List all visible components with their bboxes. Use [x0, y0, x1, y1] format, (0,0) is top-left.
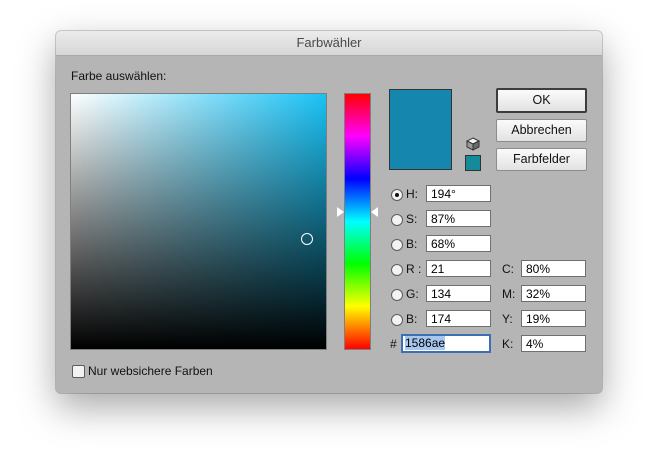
green-input[interactable]: 134 [426, 285, 491, 302]
red-input[interactable]: 21 [426, 260, 491, 277]
color-field[interactable] [70, 93, 327, 350]
cancel-button[interactable]: Abbrechen [496, 119, 587, 142]
hue-slider[interactable] [344, 93, 371, 350]
current-color-swatch [389, 89, 452, 170]
hue-slider-left-arrow-icon[interactable] [337, 207, 344, 217]
web-safe-cube-icon[interactable] [466, 137, 480, 151]
red-radio[interactable] [391, 264, 403, 276]
blue-input[interactable]: 174 [426, 310, 491, 327]
green-label: G: [406, 287, 419, 301]
web-safe-color-swatch[interactable] [465, 155, 481, 171]
hex-input[interactable]: 1586ae [401, 334, 491, 353]
brightness-label: B: [406, 237, 418, 251]
magenta-label: M: [502, 287, 516, 301]
magenta-input[interactable]: 32% [521, 285, 586, 302]
hex-label: # [390, 337, 397, 351]
brightness-radio[interactable] [391, 239, 403, 251]
hue-radio[interactable] [391, 189, 403, 201]
color-picker-dialog: Farbwähler Farbe auswählen: OK Abbrechen… [56, 31, 602, 393]
web-safe-label[interactable]: Nur websichere Farben [88, 364, 213, 378]
blue-label: B: [406, 312, 418, 326]
window-title: Farbwähler [56, 31, 602, 56]
ok-button[interactable]: OK [496, 88, 587, 113]
cyan-label: C: [502, 262, 514, 276]
brightness-input[interactable]: 68% [426, 235, 491, 252]
green-radio[interactable] [391, 289, 403, 301]
cyan-input[interactable]: 80% [521, 260, 586, 277]
color-marker-icon[interactable] [301, 233, 313, 245]
yellow-label: Y: [502, 312, 513, 326]
saturation-input[interactable]: 87% [426, 210, 491, 227]
black-input[interactable]: 4% [521, 335, 586, 352]
yellow-input[interactable]: 19% [521, 310, 586, 327]
saturation-radio[interactable] [391, 214, 403, 226]
hex-value: 1586ae [405, 336, 446, 350]
saturation-label: S: [406, 212, 418, 226]
hue-label: H: [406, 187, 418, 201]
pick-color-label: Farbe auswählen: [71, 69, 167, 83]
swatches-button[interactable]: Farbfelder [496, 148, 587, 171]
red-label: R : [406, 262, 422, 276]
blue-radio[interactable] [391, 314, 403, 326]
web-safe-checkbox[interactable] [72, 365, 85, 378]
hue-input[interactable]: 194° [426, 185, 491, 202]
black-label: K: [502, 337, 514, 351]
hue-slider-right-arrow-icon[interactable] [371, 207, 378, 217]
